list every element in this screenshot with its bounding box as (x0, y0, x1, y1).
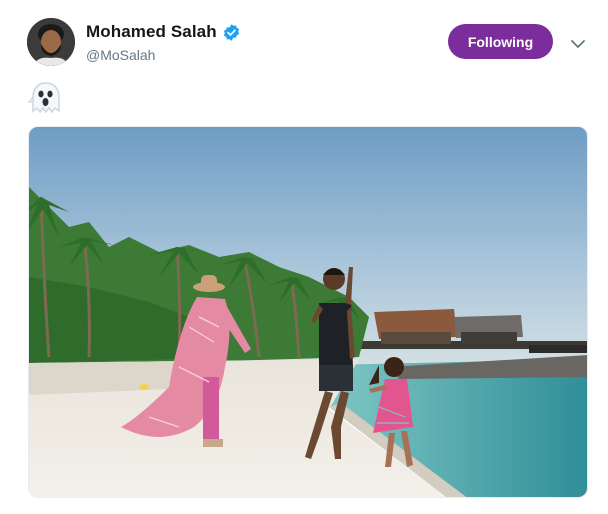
following-button[interactable]: Following (448, 24, 553, 59)
tweet-text (27, 80, 68, 116)
name-row: Mohamed Salah (86, 20, 241, 44)
avatar-image (27, 18, 75, 66)
ghost-emoji-icon (27, 82, 60, 114)
author-display-name[interactable]: Mohamed Salah (86, 22, 217, 42)
tweet-card: Mohamed Salah @MoSalah Following (0, 0, 608, 514)
verified-badge-icon (223, 23, 239, 41)
tweet-photo[interactable] (28, 126, 588, 498)
author-handle[interactable]: @MoSalah (86, 47, 241, 63)
chevron-down-icon[interactable] (568, 34, 588, 54)
author-avatar[interactable] (27, 18, 75, 66)
beach-photo-image (29, 127, 587, 497)
author-block: Mohamed Salah @MoSalah (86, 20, 241, 63)
